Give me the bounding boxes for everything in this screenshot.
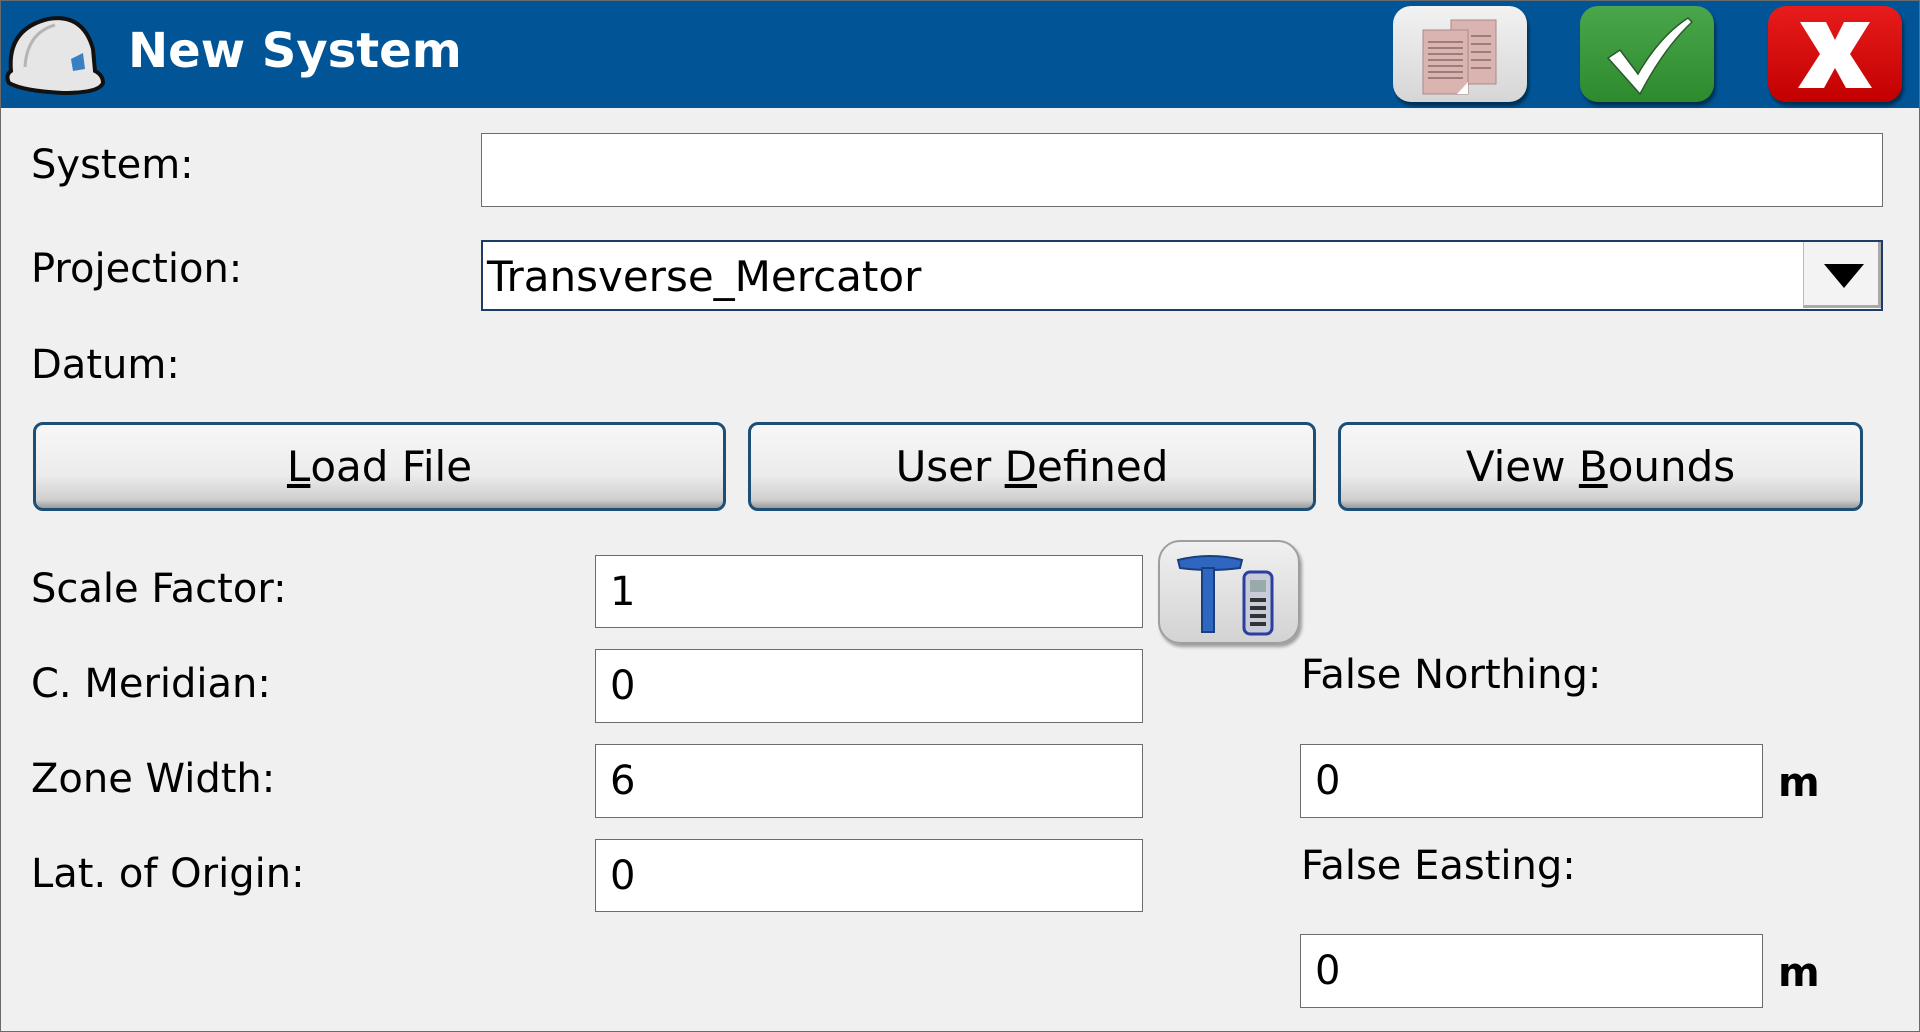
copy-button[interactable] — [1393, 6, 1527, 102]
zone-width-input[interactable]: 6 — [595, 744, 1143, 818]
lat-origin-input[interactable]: 0 — [595, 839, 1143, 912]
projection-dropdown[interactable]: Transverse_Mercator — [481, 240, 1883, 311]
projection-value: Transverse_Mercator — [487, 252, 922, 301]
title-bar: New System — [1, 1, 1919, 108]
load-file-button[interactable]: Load File — [33, 422, 726, 511]
x-icon — [1798, 22, 1872, 88]
button-label: efined — [1037, 442, 1169, 491]
chevron-down-icon[interactable] — [1803, 242, 1881, 308]
ok-button[interactable] — [1580, 6, 1714, 102]
gps-receiver-icon — [1176, 555, 1274, 636]
c-meridian-label: C. Meridian: — [31, 661, 271, 707]
c-meridian-input[interactable]: 0 — [595, 649, 1143, 723]
datum-label: Datum: — [31, 342, 180, 388]
button-label: oad File — [310, 442, 473, 491]
projection-label: Projection: — [31, 246, 243, 292]
false-easting-unit: m — [1778, 950, 1820, 996]
button-label: View — [1465, 442, 1579, 491]
lat-origin-label: Lat. of Origin: — [31, 851, 305, 897]
false-northing-unit: m — [1778, 760, 1820, 806]
hard-hat-icon — [5, 16, 106, 96]
gps-receiver-button[interactable] — [1158, 540, 1300, 644]
accelerator-key: D — [1004, 442, 1037, 491]
view-bounds-button[interactable]: View Bounds — [1338, 422, 1863, 511]
false-easting-label: False Easting: — [1301, 843, 1576, 889]
system-input[interactable] — [481, 133, 1883, 207]
button-label: User — [895, 442, 1005, 491]
scale-factor-label: Scale Factor: — [31, 566, 287, 612]
checkmark-icon — [1606, 17, 1694, 96]
system-label: System: — [31, 142, 194, 188]
false-northing-label: False Northing: — [1301, 652, 1602, 698]
false-northing-input[interactable]: 0 — [1300, 744, 1763, 818]
scale-factor-input[interactable]: 1 — [595, 555, 1143, 628]
zone-width-label: Zone Width: — [31, 756, 276, 802]
documents-icon — [1422, 19, 1497, 95]
button-label: ounds — [1607, 442, 1736, 491]
accelerator-key: B — [1578, 442, 1608, 491]
cancel-button[interactable] — [1768, 6, 1902, 102]
window-title: New System — [128, 23, 462, 79]
false-easting-input[interactable]: 0 — [1300, 934, 1763, 1008]
user-defined-button[interactable]: User Defined — [748, 422, 1316, 511]
accelerator-key: L — [286, 442, 311, 491]
